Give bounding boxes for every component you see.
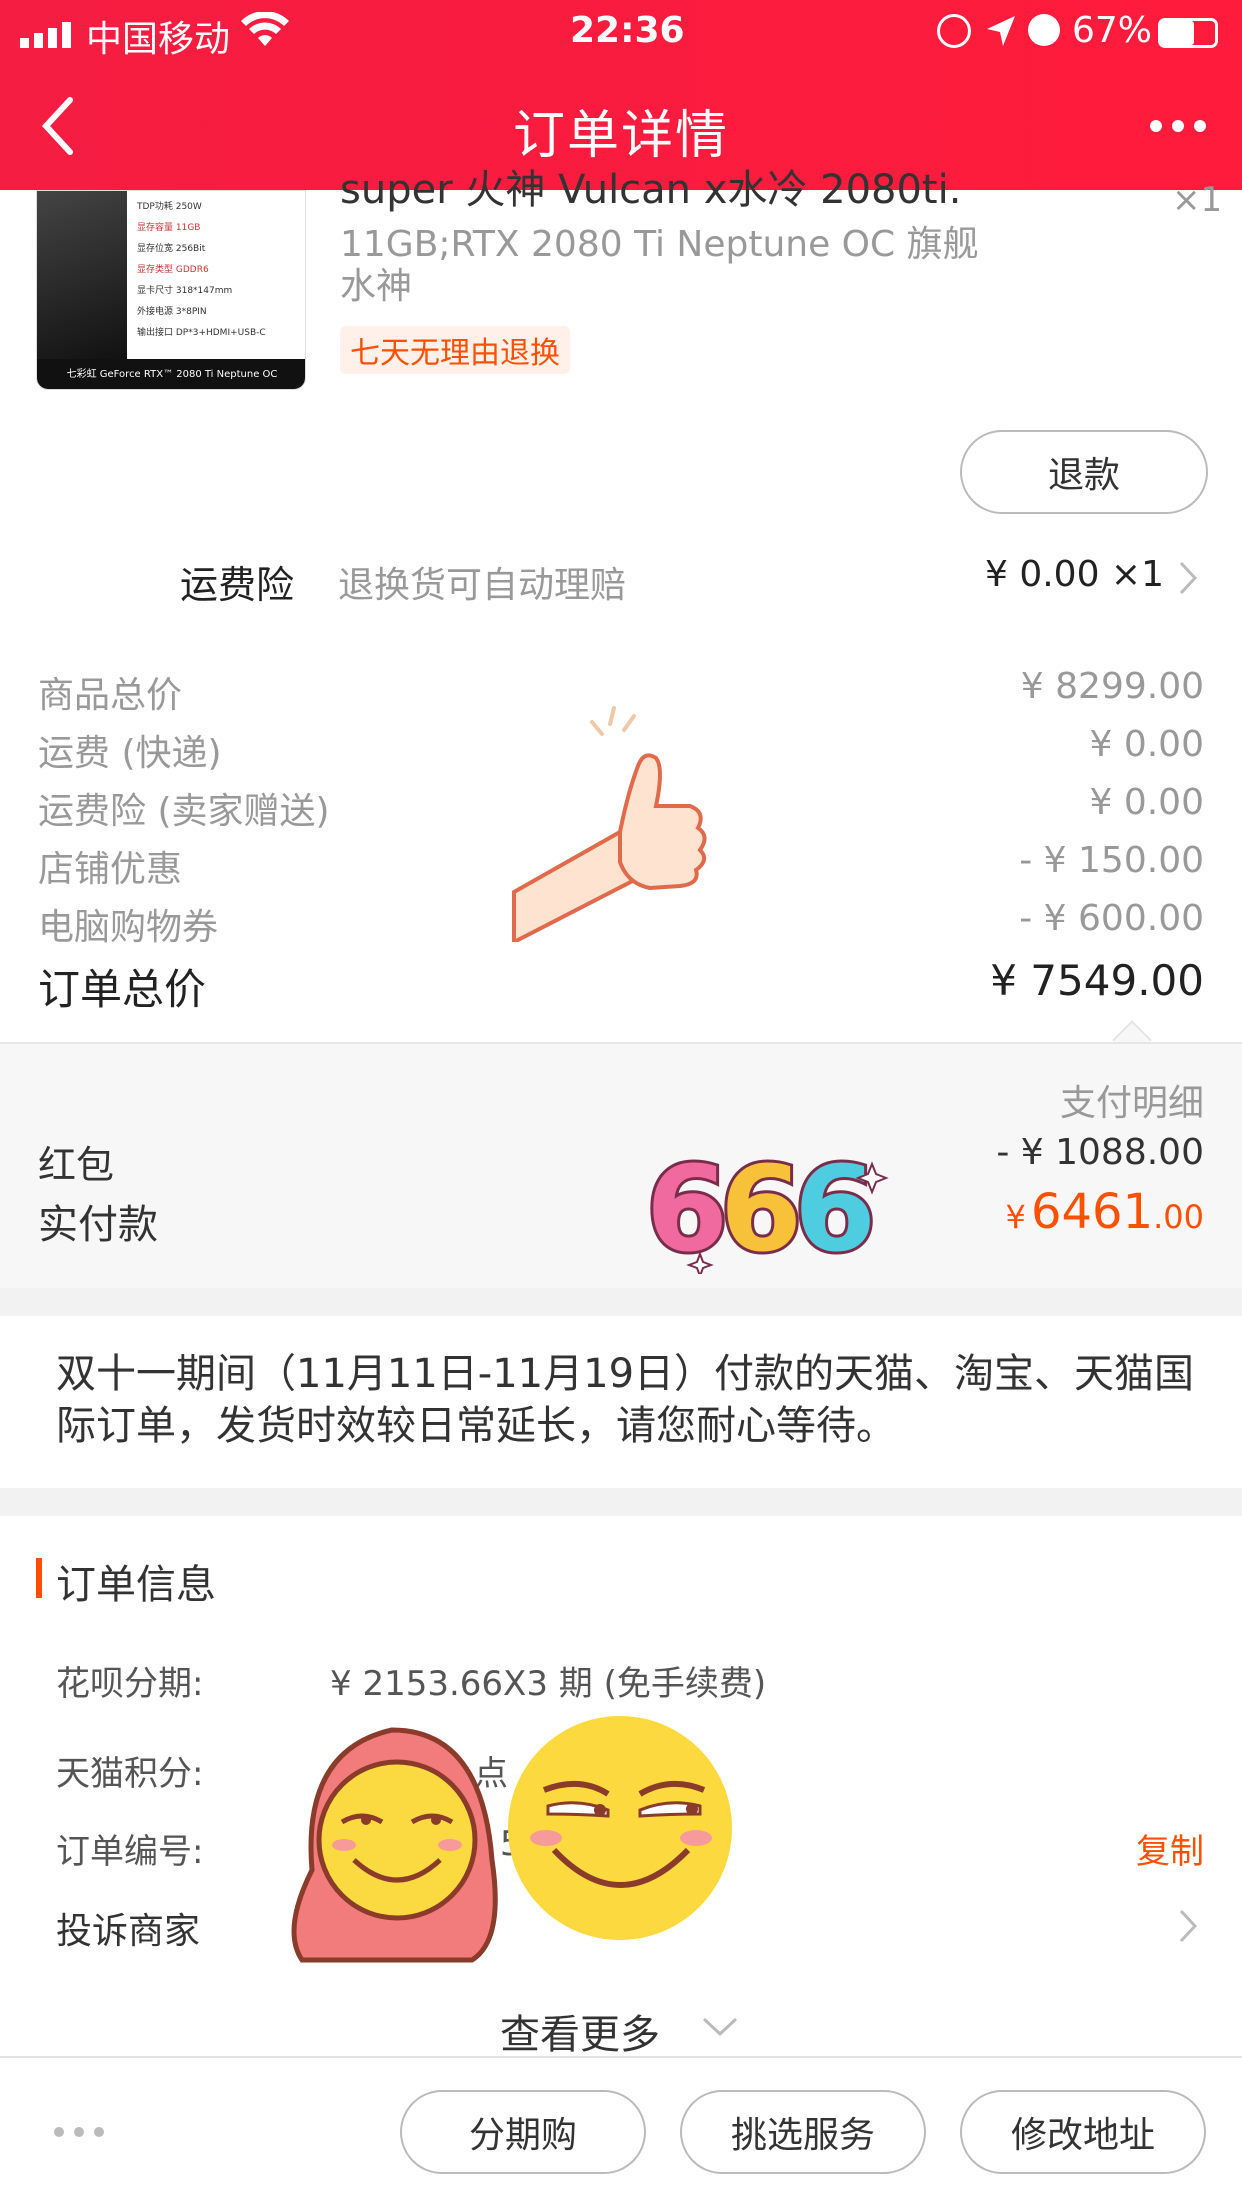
- section-accent-bar: [36, 1558, 42, 1598]
- notice-text: 双十一期间（11月11日-11月19日）付款的天猫、淘宝、天猫国际订单，发货时效…: [56, 1351, 1195, 1449]
- payment-detail: 支付明细 红包 - ¥ 1088.00 实付款 ¥ 6461.00 6 6 6: [0, 1042, 1242, 1288]
- installment-label: 花呗分期:: [56, 1664, 204, 1704]
- shipping-notice: 双十一期间（11月11日-11月19日）付款的天猫、淘宝、天猫国际订单，发货时效…: [0, 1316, 1242, 1488]
- installment-buy-button[interactable]: 分期购: [400, 2090, 646, 2174]
- order-total-value: ¥ 7549.00: [990, 956, 1204, 1005]
- sticker-666: 6 6 6: [640, 1124, 890, 1281]
- more-icon[interactable]: [1148, 118, 1208, 134]
- spec-item: TDP功耗 250W: [137, 202, 202, 212]
- paid-integer: 6461: [1030, 1184, 1154, 1240]
- location-icon: [985, 14, 1017, 52]
- shipping-insurance-row[interactable]: 运费险 退换货可自动理赔 ¥ 0.00 ×1: [0, 530, 1242, 630]
- installment-value: ¥ 2153.66X3 期 (免手续费): [330, 1664, 767, 1704]
- spec-item: 显卡尺寸 318*147mm: [137, 286, 233, 296]
- price-breakdown: 商品总价 ¥ 8299.00 运费 (快递) ¥ 0.00 运费险 (卖家赠送)…: [0, 630, 1242, 1042]
- page-title: 订单详情: [512, 106, 729, 166]
- product-image[interactable]: TDP功耗 250W 显存容量 11GB 显存位宽 256Bit 显存类型 GD…: [36, 190, 306, 390]
- price-row-label: 运费 (快递): [38, 733, 222, 774]
- sticker-digit: 6: [794, 1140, 876, 1274]
- price-row-value: ¥ 0.00: [1089, 724, 1204, 765]
- insurance-value: ¥ 0.00 ×1: [984, 554, 1164, 595]
- blanket-face-sticker: [282, 1710, 522, 1974]
- refund-button[interactable]: 退款: [960, 430, 1208, 514]
- smirk-face-sticker: [504, 1710, 744, 1954]
- insurance-desc: 退换货可自动理赔: [338, 565, 627, 606]
- spec-item: 显存类型 GDDR6: [137, 265, 209, 275]
- paid-amount: ¥ 6461.00: [1006, 1184, 1205, 1240]
- wifi-icon: [240, 11, 290, 52]
- bottom-action-bar: 分期购 挑选服务 修改地址: [0, 2056, 1242, 2208]
- price-row-label: 商品总价: [38, 675, 183, 716]
- view-more-button[interactable]: 查看更多: [500, 2002, 760, 2058]
- price-row-value: ¥ 8299.00: [1020, 666, 1204, 707]
- paid-decimal: .00: [1153, 1198, 1204, 1236]
- edit-address-button[interactable]: 修改地址: [960, 2090, 1206, 2174]
- price-row-value: - ¥ 600.00: [1019, 898, 1204, 939]
- spec-item: 外接电源 3*8PIN: [137, 307, 207, 317]
- price-row-value: - ¥ 150.00: [1019, 840, 1204, 881]
- points-label: 天猫积分:: [56, 1754, 204, 1794]
- insurance-label: 运费险: [180, 563, 295, 607]
- copy-button[interactable]: 复制: [1136, 1824, 1204, 1873]
- redpacket-value: - ¥ 1088.00: [996, 1132, 1204, 1173]
- battery-percent: 67%: [1072, 10, 1153, 51]
- thumbs-up-sticker: [510, 702, 730, 946]
- carrier-label: 中国移动: [86, 19, 231, 60]
- chevron-right-icon: [1178, 1908, 1198, 1948]
- order-info-section: 订单信息 花呗分期: ¥ 2153.66X3 期 (免手续费) 天猫积分: 点 …: [0, 1516, 1242, 2058]
- chevron-down-icon: [702, 2016, 738, 2042]
- product-sku: 11GB;RTX 2080 Ti Neptune OC 旗舰水神: [340, 224, 979, 307]
- order-total-label: 订单总价: [38, 965, 207, 1014]
- select-service-button[interactable]: 挑选服务: [680, 2090, 926, 2174]
- product-qty: ×1: [1172, 180, 1223, 220]
- price-row-value: ¥ 0.00: [1089, 782, 1204, 823]
- rotation-lock-icon: [937, 14, 971, 48]
- redpacket-label: 红包: [38, 1143, 115, 1187]
- price-row-label: 店铺优惠: [38, 849, 183, 890]
- complaint-label: 投诉商家: [56, 1911, 201, 1952]
- chevron-right-icon: [1178, 560, 1198, 600]
- more-options-icon[interactable]: [52, 2124, 106, 2143]
- price-row-label: 运费险 (卖家赠送): [38, 791, 330, 832]
- price-row-label: 电脑购物券: [38, 907, 219, 948]
- sticker-digit: 6: [720, 1140, 802, 1274]
- spec-list: TDP功耗 250W 显存容量 11GB 显存位宽 256Bit 显存类型 GD…: [137, 197, 266, 344]
- spec-item: 显存位宽 256Bit: [137, 244, 206, 254]
- spec-item: 输出接口 DP*3+HDMI+USB-C: [137, 328, 266, 338]
- spec-item: 显存容量 11GB: [137, 223, 201, 233]
- image-caption: 七彩虹 GeForce RTX™ 2080 Ti Neptune OC: [37, 359, 305, 389]
- alarm-icon: [1028, 14, 1060, 46]
- section-title: 订单信息: [56, 1562, 216, 1608]
- payment-detail-link[interactable]: 支付明细: [1060, 1074, 1204, 1126]
- view-more-label: 查看更多: [500, 2012, 660, 2058]
- order-number-label: 订单编号:: [56, 1832, 204, 1872]
- clock: 22:36: [570, 10, 685, 51]
- battery-icon: [1158, 18, 1218, 48]
- signal-icon: [20, 22, 78, 48]
- paid-currency: ¥: [1005, 1198, 1026, 1236]
- sticker-digit: 6: [646, 1140, 728, 1274]
- product-card[interactable]: TDP功耗 250W 显存容量 11GB 显存位宽 256Bit 显存类型 GD…: [0, 167, 1242, 630]
- product-title[interactable]: super 火神 Vulcan x水冷 2080ti...: [340, 160, 960, 220]
- paid-label: 实付款: [38, 1202, 158, 1248]
- return-policy-tag: 七天无理由退换: [340, 326, 570, 374]
